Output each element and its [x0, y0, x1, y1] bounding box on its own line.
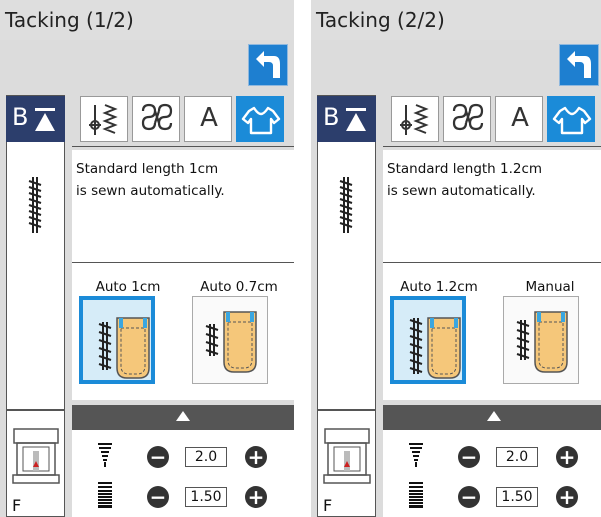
width-increase-button[interactable]: + — [245, 446, 267, 468]
back-arrow-icon — [256, 51, 280, 78]
back-arrow-icon — [567, 51, 591, 78]
pocket-tack-icon — [98, 317, 150, 379]
option-label-2: Manual — [525, 279, 575, 295]
tacking-panel-1: Tacking (1/2) B A Standard length 1cm is… — [0, 0, 294, 517]
description-text: Standard length 1.2cm is sewn automatica… — [387, 161, 543, 199]
shirt-icon — [552, 106, 592, 135]
option-auto-1-2cm[interactable] — [390, 296, 466, 384]
expand-up-icon[interactable] — [176, 411, 190, 421]
length-increase-button[interactable]: + — [245, 486, 267, 508]
letter-a-label: A — [200, 103, 218, 133]
tacking-panel-2: Tacking (2/2) B A Standard length 1.2cm … — [311, 0, 601, 517]
option-label-2: Auto 0.7cm — [200, 279, 278, 295]
triangle-up-icon — [346, 108, 366, 131]
stitch-length-icon — [409, 482, 423, 508]
tab-utility-shirt[interactable] — [547, 96, 595, 142]
option-label-1: Auto 1cm — [95, 279, 161, 295]
option-manual[interactable] — [503, 296, 579, 384]
presser-foot-letter: F — [323, 496, 333, 515]
pocket-tack-icon — [205, 311, 257, 373]
option-label-1: Auto 1.2cm — [400, 279, 478, 295]
presser-foot-indicator: F — [317, 410, 376, 517]
divider — [383, 146, 601, 147]
width-decrease-button[interactable]: − — [458, 446, 480, 468]
presser-foot-indicator: F — [6, 410, 65, 517]
width-decrease-button[interactable]: − — [147, 446, 169, 468]
stitch-preview-column — [317, 95, 376, 410]
triangle-up-icon — [35, 108, 55, 131]
stitch-width-value: 2.0 — [496, 447, 538, 467]
decorative-stitch-icon — [141, 103, 173, 131]
page-title: Tacking (1/2) — [5, 8, 134, 32]
option-auto-0-7cm[interactable] — [192, 296, 268, 384]
length-decrease-button[interactable]: − — [458, 486, 480, 508]
tab-letters[interactable]: A — [184, 96, 232, 142]
stitch-pattern-icon — [28, 177, 42, 233]
bt-label: B — [12, 103, 29, 131]
stitch-length-value: 1.50 — [496, 487, 538, 507]
divider — [72, 262, 294, 263]
bt-button[interactable]: B — [6, 96, 65, 142]
length-increase-button[interactable]: + — [556, 486, 578, 508]
tab-decorative-stitch[interactable] — [443, 96, 491, 142]
pocket-tack-icon — [516, 311, 568, 373]
stitch-width-icon — [409, 443, 423, 467]
tab-letters[interactable]: A — [495, 96, 543, 142]
tab-utility-shirt[interactable] — [236, 96, 284, 142]
stitch-pattern-icon — [339, 177, 353, 233]
option-auto-1cm[interactable] — [79, 296, 155, 384]
shirt-icon — [241, 106, 281, 135]
divider — [72, 146, 294, 147]
pocket-tack-icon — [409, 317, 461, 379]
length-decrease-button[interactable]: − — [147, 486, 169, 508]
expand-up-icon[interactable] — [487, 411, 501, 421]
description-text: Standard length 1cm is sewn automaticall… — [76, 161, 225, 199]
stitch-width-value: 2.0 — [185, 447, 227, 467]
bt-button[interactable]: B — [317, 96, 376, 142]
tab-length-stitch[interactable] — [80, 96, 128, 142]
stitch-preview-column — [6, 95, 65, 410]
tab-length-stitch[interactable] — [391, 96, 439, 142]
stitch-width-icon — [98, 443, 112, 467]
width-increase-button[interactable]: + — [556, 446, 578, 468]
title-bar: Tacking (1/2) — [0, 0, 294, 40]
bt-label: B — [323, 103, 340, 131]
decorative-stitch-icon — [452, 103, 484, 131]
length-stitch-icon — [89, 104, 118, 135]
presser-foot-letter: F — [12, 496, 22, 515]
back-button[interactable] — [559, 44, 599, 86]
tab-decorative-stitch[interactable] — [132, 96, 180, 142]
stitch-length-value: 1.50 — [185, 487, 227, 507]
title-bar: Tacking (2/2) — [311, 0, 601, 40]
back-button[interactable] — [248, 44, 288, 86]
divider — [383, 262, 601, 263]
stitch-length-icon — [98, 482, 112, 508]
page-title: Tacking (2/2) — [316, 8, 445, 32]
letter-a-label: A — [511, 103, 529, 133]
length-stitch-icon — [400, 104, 429, 135]
